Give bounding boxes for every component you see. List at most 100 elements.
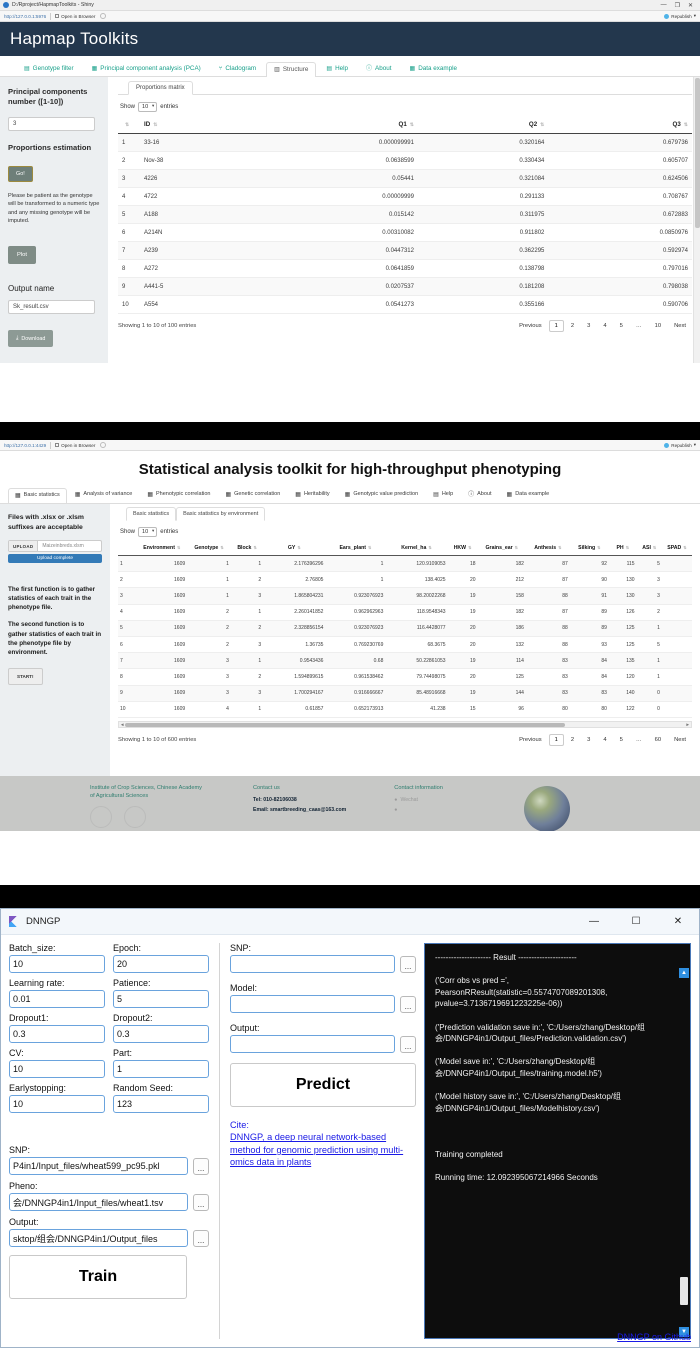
input-patience[interactable]: 5	[113, 990, 209, 1008]
browse-button-train-output[interactable]: ...	[193, 1229, 209, 1247]
tab-data-example[interactable]: ▦ Data example	[500, 487, 557, 503]
previous-page-button[interactable]: Previous	[513, 734, 548, 746]
scroll-left-icon[interactable]: ◄	[120, 722, 124, 728]
maximize-button[interactable]: ❐	[675, 2, 680, 9]
column-header[interactable]	[118, 541, 137, 556]
tab-basic-statistics[interactable]: ▦ Basic statistics	[8, 488, 67, 504]
input-dropout2[interactable]: 0.3	[113, 1025, 209, 1043]
column-header[interactable]: ⇅	[118, 116, 140, 134]
start-button[interactable]: START!	[8, 667, 43, 685]
input-cv[interactable]: 10	[9, 1060, 105, 1078]
maximize-button[interactable]: ☐	[615, 909, 657, 935]
column-header-q2[interactable]: Q2 ⇅	[417, 116, 549, 134]
vertical-scrollbar[interactable]	[693, 77, 700, 363]
subtab-basic-statistics-by-environment[interactable]: Basic statistics by environment	[176, 507, 266, 521]
cite-link[interactable]: DNNGP, a deep neural network-based metho…	[230, 1132, 403, 1167]
input-learningrate[interactable]: 0.01	[9, 990, 105, 1008]
close-button[interactable]: ✕	[688, 2, 693, 9]
column-header-spad[interactable]: SPAD ⇅	[661, 541, 692, 556]
scrollbar-thumb[interactable]	[125, 722, 566, 727]
scrollbar-thumb[interactable]	[680, 1277, 688, 1305]
input-epoch[interactable]: 20	[113, 955, 209, 973]
page-button-5[interactable]: 5	[614, 320, 629, 332]
tab-about[interactable]: ⓘ About	[461, 487, 498, 503]
browse-button-predict-output[interactable]: ...	[400, 1035, 416, 1053]
entries-select[interactable]: 10	[138, 102, 158, 112]
tab-structure[interactable]: ▥ Structure	[266, 61, 317, 77]
page-button-4[interactable]: 4	[597, 734, 612, 746]
column-header-hkw[interactable]: HKW ⇅	[447, 541, 478, 556]
page-button-10[interactable]: 10	[649, 320, 667, 332]
browse-button-train-snp[interactable]: ...	[193, 1157, 209, 1175]
previous-page-button[interactable]: Previous	[513, 320, 548, 332]
open-in-browser-button[interactable]: Open in Browser	[55, 443, 95, 448]
page-button-2[interactable]: 2	[565, 320, 580, 332]
page-button-60[interactable]: 60	[649, 734, 667, 746]
plot-button[interactable]: Plot	[8, 246, 36, 265]
column-header-asi[interactable]: ASI ⇅	[636, 541, 662, 556]
url-text[interactable]: http://127.0.0.1:4429	[4, 443, 46, 448]
input-train-pheno[interactable]: 会/DNNGP4in1/Input_files/wheat1.tsv	[9, 1193, 188, 1211]
column-header-ears_plant[interactable]: Ears_plant ⇅	[325, 541, 386, 556]
browse-button-train-pheno[interactable]: ...	[193, 1193, 209, 1211]
browse-button-predict-snp[interactable]: ...	[400, 955, 416, 973]
page-button-5[interactable]: 5	[614, 734, 629, 746]
tab-genotype-filter[interactable]: ▤ Genotype filter	[16, 61, 82, 76]
column-header-q1[interactable]: Q1 ⇅	[248, 116, 418, 134]
column-header-gy[interactable]: GY ⇅	[263, 541, 326, 556]
column-header-ph[interactable]: PH ⇅	[608, 541, 637, 556]
entries-select[interactable]: 10	[138, 527, 158, 537]
scroll-up-icon[interactable]: ▲	[679, 968, 689, 979]
page-button-4[interactable]: 4	[597, 320, 612, 332]
phone-row[interactable]: ●	[394, 807, 443, 813]
next-page-button[interactable]: Next	[668, 734, 692, 746]
input-earlystopping[interactable]: 10	[9, 1095, 105, 1113]
browse-button-predict-model[interactable]: ...	[400, 995, 416, 1013]
input-predict-snp[interactable]	[230, 955, 395, 973]
input-predict-output[interactable]	[230, 1035, 395, 1053]
minimize-button[interactable]: —	[661, 2, 667, 9]
refresh-icon[interactable]	[100, 13, 107, 19]
minimize-button[interactable]: —	[573, 909, 615, 935]
page-button-1[interactable]: 1	[548, 733, 564, 746]
tab-about[interactable]: ⓘ About	[358, 61, 399, 76]
column-header-anthesis[interactable]: Anthesis ⇅	[525, 541, 570, 556]
next-page-button[interactable]: Next	[668, 320, 692, 332]
pc-number-input[interactable]: 3	[8, 116, 96, 131]
column-header-environment[interactable]: Environment ⇅	[136, 541, 188, 556]
tab-analysis-of-variance[interactable]: ▦ Analysis of variance	[68, 487, 140, 503]
refresh-icon[interactable]	[100, 442, 107, 448]
page-button-2[interactable]: 2	[565, 734, 580, 746]
input-batch_size[interactable]: 10	[9, 955, 105, 973]
predict-button[interactable]: Predict	[230, 1063, 416, 1107]
page-button-1[interactable]: 1	[548, 320, 564, 332]
input-dropout1[interactable]: 0.3	[9, 1025, 105, 1043]
horizontal-scrollbar[interactable]: ◄ ►	[118, 720, 692, 728]
file-upload-control[interactable]: UPLOAD Maizeinbreds.xlsm	[8, 540, 102, 553]
scrollbar-thumb[interactable]	[695, 78, 700, 228]
tab-heritability[interactable]: ▦ Heritability	[288, 487, 336, 503]
republish-button[interactable]: Republish ▾	[664, 442, 696, 448]
input-train-snp[interactable]: P4in1/Input_files/wheat599_pc95.pkl	[9, 1157, 188, 1175]
tab-genotypic-value-prediction[interactable]: ▦ Genotypic value prediction	[338, 487, 426, 503]
output-name-input[interactable]: Sk_result.csv	[8, 300, 96, 315]
tab-cladogram[interactable]: ⑂ Cladogram	[211, 61, 264, 76]
tab-help[interactable]: ▤ Help	[426, 487, 460, 503]
train-button[interactable]: Train	[9, 1255, 187, 1299]
result-console[interactable]: --------------------- Result -----------…	[424, 943, 691, 1339]
download-button[interactable]: ⤓ Download	[8, 330, 54, 348]
column-header-grains_ear[interactable]: Grains_ear ⇅	[477, 541, 526, 556]
tab-principal-component-analysis-pca[interactable]: ▦ Principal component analysis (PCA)	[84, 61, 209, 76]
column-header-id[interactable]: ID ⇅	[140, 116, 249, 134]
input-train-output[interactable]: sktop/组会/DNNGP4in1/Output_files	[9, 1229, 188, 1247]
subtab-proportions-matrix[interactable]: Proportions matrix	[128, 81, 193, 95]
input-predict-model[interactable]	[230, 995, 395, 1013]
tab-phenotypic-correlation[interactable]: ▦ Phenotypic correlation	[140, 487, 217, 503]
open-in-browser-button[interactable]: Open in Browser	[55, 14, 95, 19]
console-scrollbar[interactable]: ▲ ▼	[679, 945, 689, 1337]
tab-data-example[interactable]: ▦ Data example	[402, 61, 466, 76]
tab-help[interactable]: ▤ Help	[318, 61, 356, 76]
column-header-genotype[interactable]: Genotype ⇅	[187, 541, 231, 556]
column-header-block[interactable]: Block ⇅	[230, 541, 264, 556]
tab-genetic-correlation[interactable]: ▦ Genetic correlation	[218, 487, 287, 503]
